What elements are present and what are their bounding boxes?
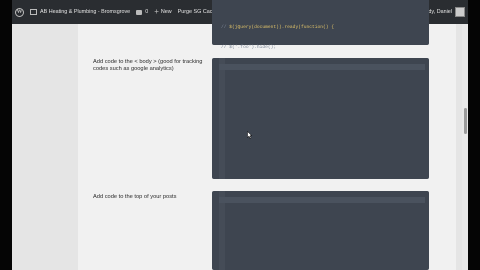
editor-active-line — [219, 64, 425, 70]
site-name: AB Heating & Plumbing - Bromsgrove — [40, 9, 131, 15]
code-line: // $('.foo').hide(); — [221, 44, 277, 50]
mouse-cursor-icon — [247, 131, 252, 139]
code-line: // $(jQuery(document)).ready(function() … — [221, 25, 335, 31]
post-top-code-label: Add code to the top of your posts — [93, 194, 177, 200]
editor-gutter — [219, 58, 225, 179]
plus-icon: + — [154, 7, 159, 16]
editor-active-line — [219, 197, 425, 203]
comment-icon — [136, 9, 143, 15]
site-name-link[interactable]: AB Heating & Plumbing - Bromsgrove — [27, 0, 133, 24]
comments-count: 0 — [145, 9, 149, 15]
letterbox-left — [0, 0, 12, 270]
body-code-editor[interactable] — [212, 58, 429, 179]
wordpress-icon: W — [15, 7, 24, 17]
comments-link[interactable]: 0 — [133, 0, 151, 24]
new-label: New — [160, 9, 172, 15]
scrollbar-track[interactable] — [462, 24, 468, 270]
home-icon — [30, 9, 37, 15]
code-editor-head[interactable]: // $(jQuery(document)).ready(function() … — [212, 0, 429, 70]
avatar — [455, 7, 465, 17]
new-content-menu[interactable]: + New — [151, 0, 174, 24]
letterbox-right — [468, 0, 480, 270]
scrollbar-thumb[interactable] — [464, 108, 467, 134]
post-top-code-editor[interactable] — [212, 191, 429, 270]
body-code-label: Add code to the < body > (good for track… — [93, 59, 203, 73]
wordpress-menu[interactable]: W — [12, 0, 27, 24]
